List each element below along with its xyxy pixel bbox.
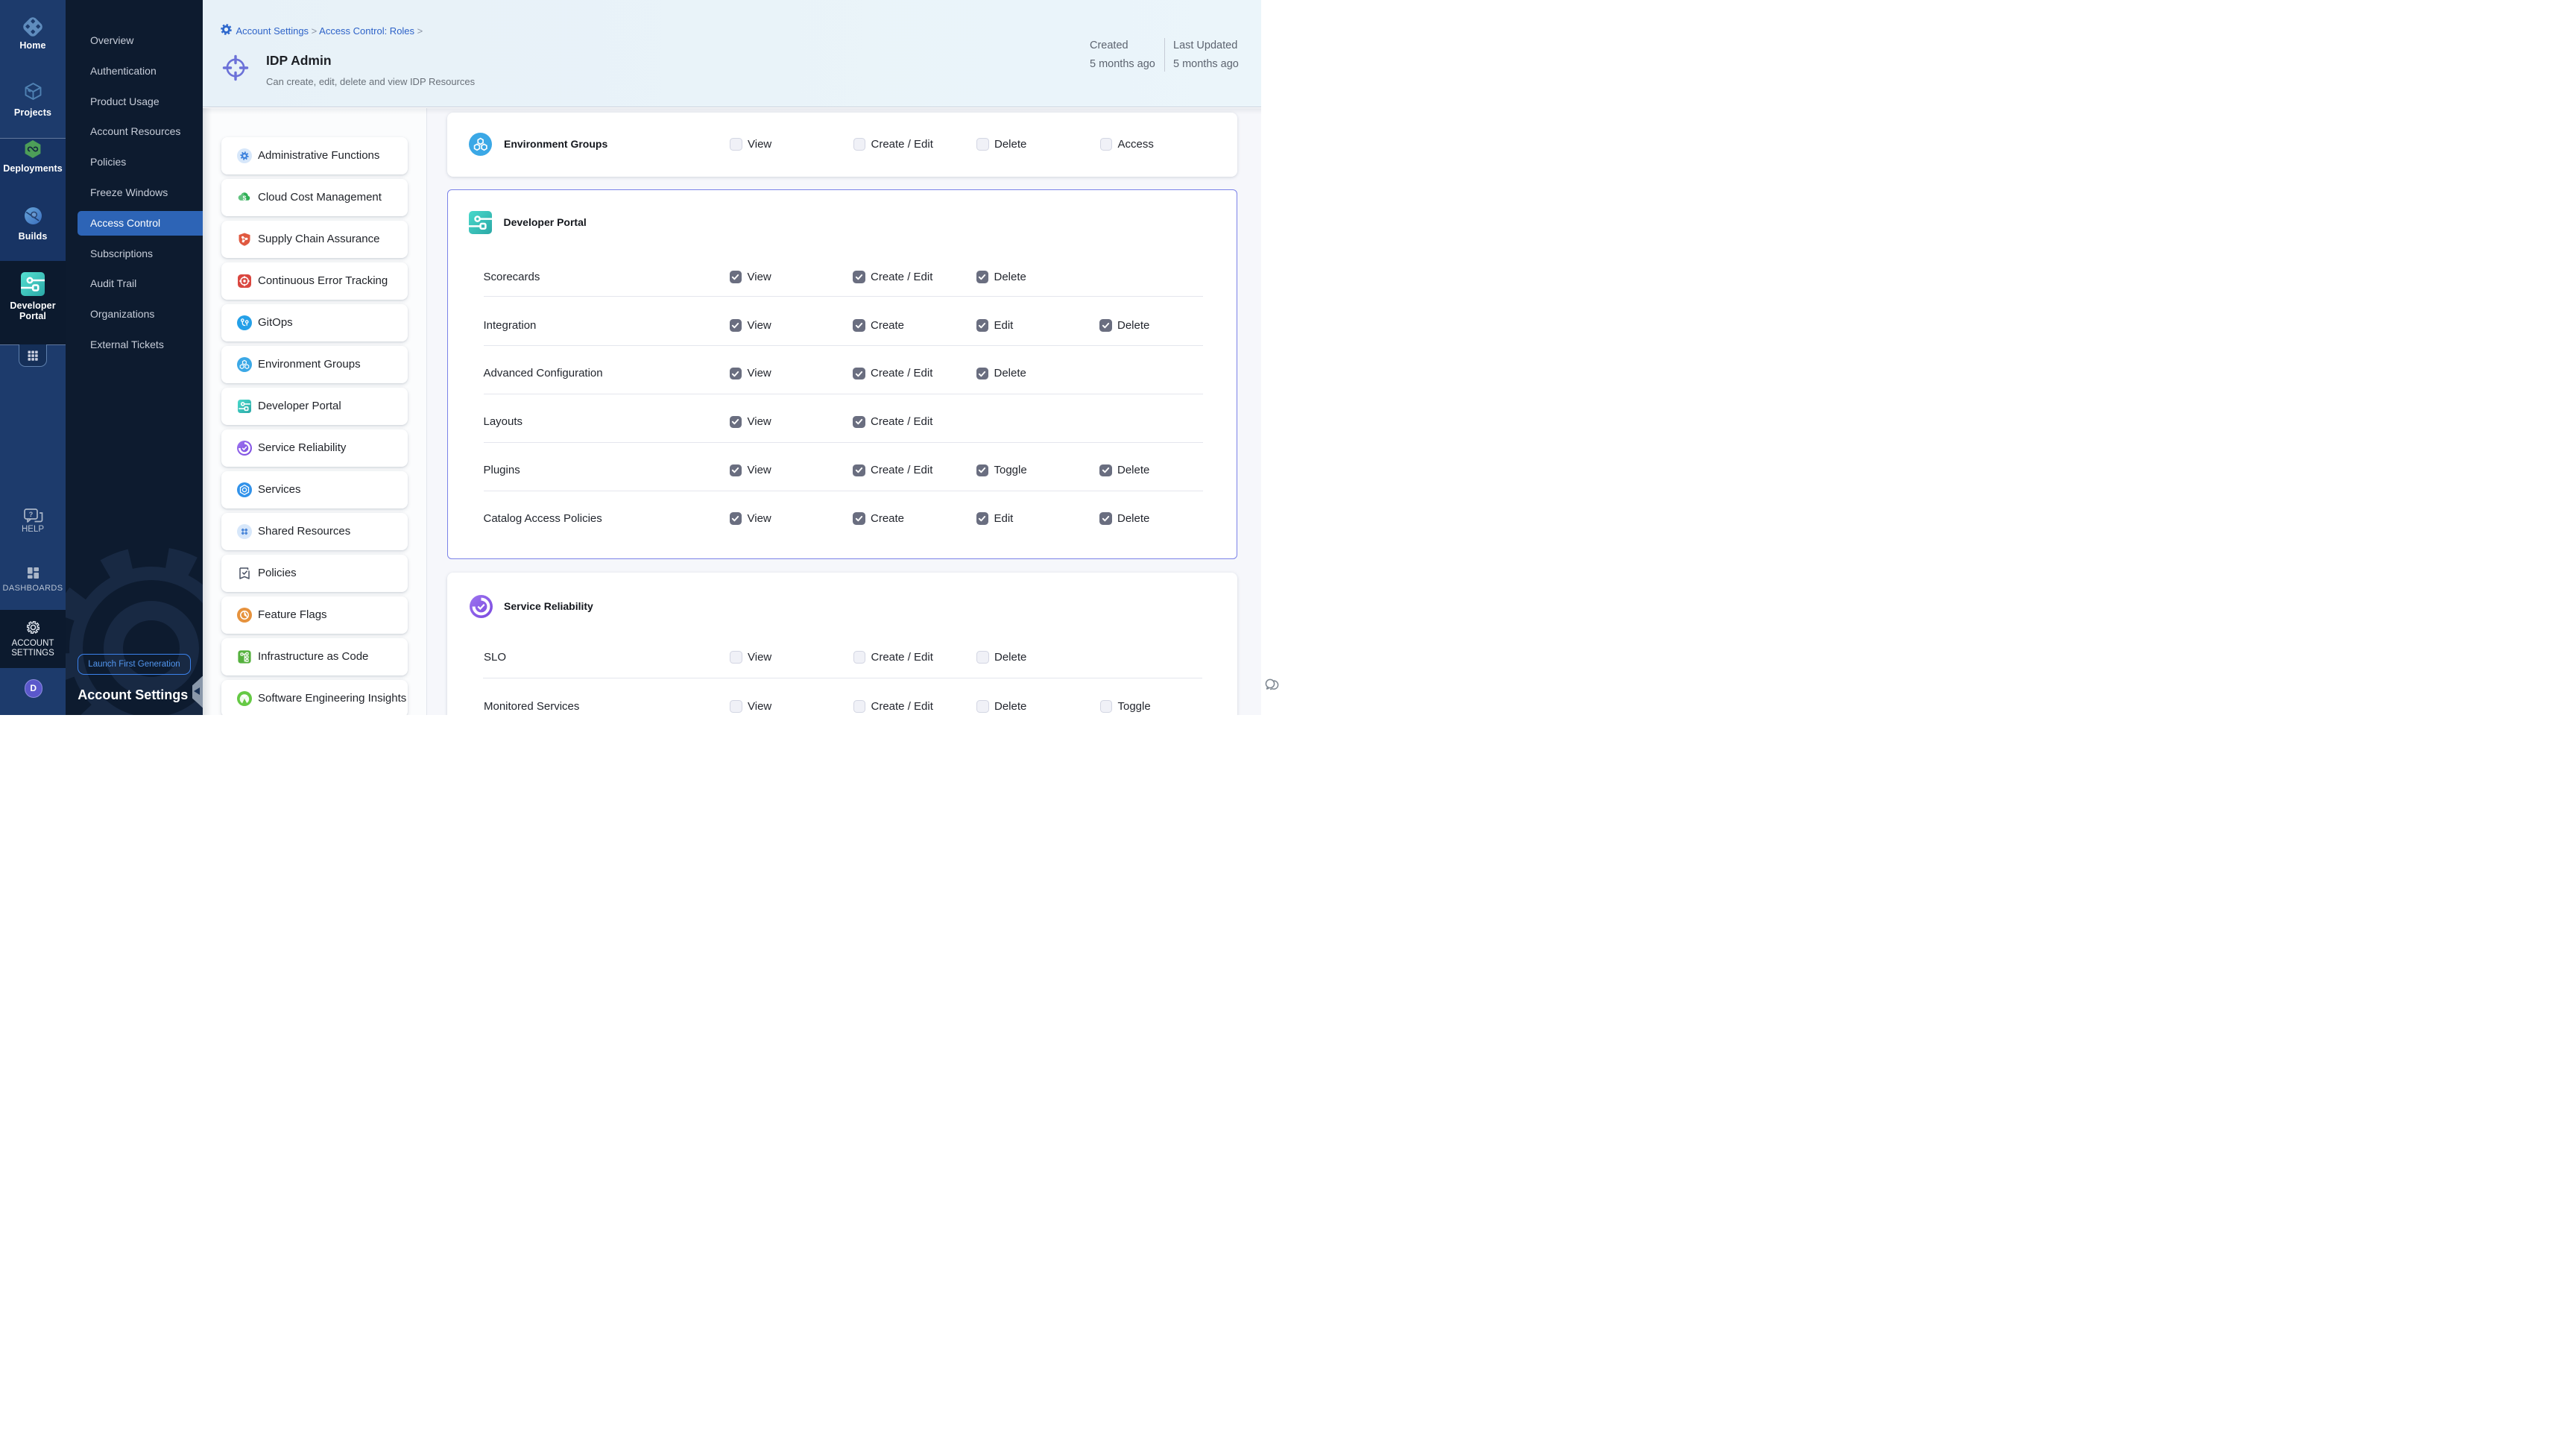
svg-text:$: $ (242, 194, 246, 201)
svg-text:?: ? (28, 511, 33, 518)
